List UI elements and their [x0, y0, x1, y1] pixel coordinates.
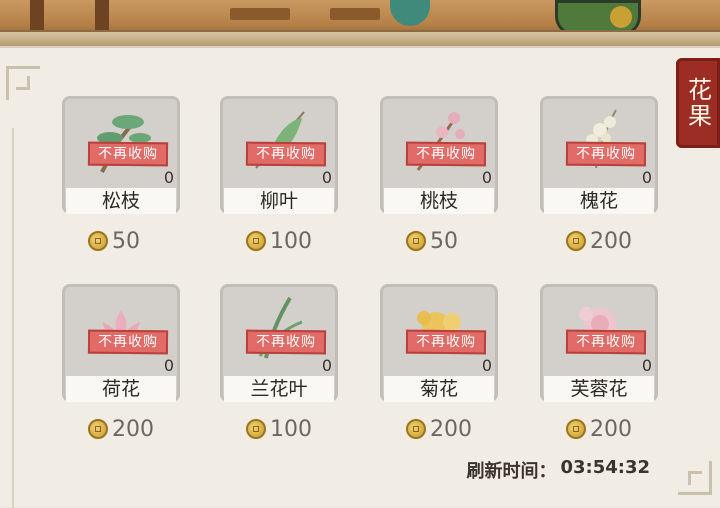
item-price: 200	[88, 416, 154, 442]
item-price: 200	[566, 228, 632, 254]
price-value: 200	[590, 416, 632, 442]
price-value: 200	[112, 416, 154, 442]
item-name: 荷花	[66, 376, 176, 402]
item-count: 0	[321, 168, 332, 187]
no-longer-buying-stamp: 不再收购	[87, 141, 169, 167]
item-card[interactable]: 不再收购 0 槐花	[540, 96, 658, 216]
item-count: 0	[641, 356, 652, 375]
price-value: 100	[270, 416, 312, 442]
tab-flowers-fruits[interactable]: 花果	[676, 58, 720, 148]
item-name: 柳叶	[224, 188, 334, 214]
item-card[interactable]: 不再收购 0 芙蓉花	[540, 284, 658, 404]
item-price: 50	[406, 228, 458, 254]
item-name: 槐花	[544, 188, 654, 214]
coin-icon	[566, 231, 586, 251]
price-value: 50	[112, 228, 140, 254]
no-longer-buying-stamp: 不再收购	[565, 329, 647, 355]
item-name: 桃枝	[384, 188, 494, 214]
item-price: 200	[406, 416, 472, 442]
price-value: 50	[430, 228, 458, 254]
item-card[interactable]: 不再收购 0 桃枝	[380, 96, 498, 216]
item-name: 兰花叶	[224, 376, 334, 402]
coin-icon	[406, 231, 426, 251]
no-longer-buying-stamp: 不再收购	[405, 329, 487, 355]
refresh-label: 刷新时间：	[466, 461, 557, 482]
item-name: 菊花	[384, 376, 494, 402]
coin-icon	[406, 419, 426, 439]
item-name: 芙蓉花	[544, 376, 654, 402]
refresh-time: 03:54:32	[560, 457, 650, 478]
item-count: 0	[163, 356, 174, 375]
price-value: 200	[430, 416, 472, 442]
item-price: 200	[566, 416, 632, 442]
no-longer-buying-stamp: 不再收购	[565, 141, 647, 167]
item-card[interactable]: 不再收购 0 荷花	[62, 284, 180, 404]
panel-border-line	[12, 128, 14, 508]
scene-post	[95, 0, 109, 30]
no-longer-buying-stamp: 不再收购	[245, 141, 327, 167]
coin-icon	[246, 231, 266, 251]
item-name: 松枝	[66, 188, 176, 214]
item-card[interactable]: 不再收购 0 柳叶	[220, 96, 338, 216]
item-count: 0	[481, 168, 492, 187]
item-card[interactable]: 不再收购 0 松枝	[62, 96, 180, 216]
no-longer-buying-stamp: 不再收购	[87, 329, 169, 355]
item-price: 100	[246, 228, 312, 254]
corner-ornament	[678, 461, 712, 495]
item-card[interactable]: 不再收购 0 兰花叶	[220, 284, 338, 404]
price-value: 200	[590, 228, 632, 254]
coin-icon	[246, 419, 266, 439]
scene-table	[330, 8, 380, 20]
item-price: 100	[246, 416, 312, 442]
scene-character	[390, 0, 430, 26]
no-longer-buying-stamp: 不再收购	[405, 141, 487, 167]
item-price: 50	[88, 228, 140, 254]
item-count: 0	[321, 356, 332, 375]
no-longer-buying-stamp: 不再收购	[245, 329, 327, 355]
item-count: 0	[481, 356, 492, 375]
price-value: 100	[270, 228, 312, 254]
item-card[interactable]: 不再收购 0 菊花	[380, 284, 498, 404]
item-count: 0	[641, 168, 652, 187]
corner-ornament	[6, 66, 40, 100]
coin-icon	[566, 419, 586, 439]
coin-icon	[88, 419, 108, 439]
refresh-timer: 刷新时间： 03:54:32	[466, 457, 650, 483]
coin-icon	[88, 231, 108, 251]
item-count: 0	[163, 168, 174, 187]
scene-post	[30, 0, 44, 30]
scene-table	[230, 8, 290, 20]
scene-ornament	[610, 6, 632, 28]
